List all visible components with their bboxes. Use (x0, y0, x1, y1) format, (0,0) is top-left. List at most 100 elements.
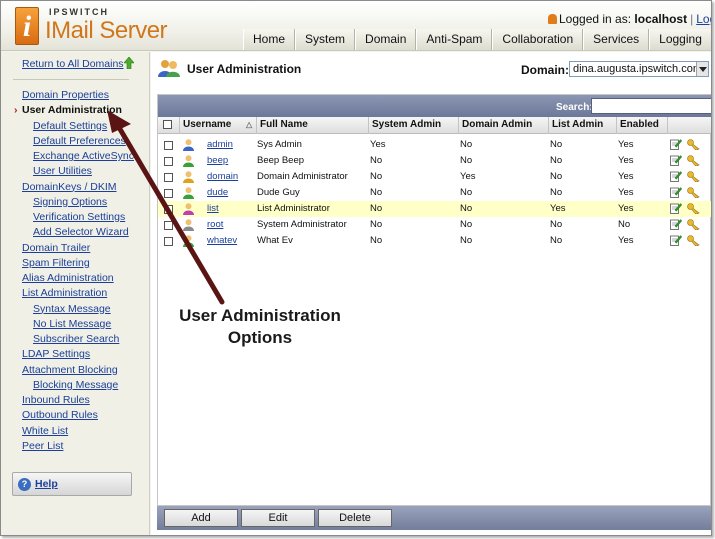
sidebar-item-outbound-rules[interactable]: Outbound Rules (1, 408, 150, 423)
help-icon: ? (18, 478, 31, 491)
col-list-admin[interactable]: List Admin (549, 117, 617, 134)
edit-icon[interactable] (670, 138, 682, 150)
select-all-cell (158, 117, 180, 134)
sort-triangle-icon: △ (246, 120, 253, 129)
domain-select[interactable]: dina.augusta.ipswitch.com (569, 61, 709, 77)
cell-domain-admin: No (460, 139, 473, 150)
row-checkbox[interactable] (164, 173, 173, 182)
nav-tab-collaboration[interactable]: Collaboration (492, 29, 584, 50)
add-button[interactable]: Add (164, 509, 238, 527)
sidebar-item-exchange-activesync[interactable]: Exchange ActiveSync (1, 149, 150, 164)
key-icon[interactable] (687, 155, 700, 166)
row-checkbox[interactable] (164, 221, 173, 230)
col-full-name-label: Full Name (260, 119, 308, 130)
sidebar-item-syntax-message[interactable]: Syntax Message (1, 302, 150, 317)
cell-system-admin: No (370, 155, 383, 166)
cell-full-name: What Ev (257, 235, 293, 246)
sidebar-item-inbound-rules[interactable]: Inbound Rules (1, 393, 150, 408)
sidebar-item-subscriber-search[interactable]: Subscriber Search (1, 332, 150, 347)
sidebar-item-list-administration[interactable]: List Administration (1, 286, 150, 301)
sidebar-item-domain-properties[interactable]: Domain Properties (1, 88, 150, 103)
key-icon[interactable] (687, 219, 700, 230)
table-row[interactable]: admin Sys Admin Yes No No Yes (158, 137, 711, 153)
key-icon[interactable] (687, 235, 700, 246)
row-checkbox[interactable] (164, 205, 173, 214)
col-enabled-label: Enabled (620, 119, 659, 130)
col-domain-admin[interactable]: Domain Admin (459, 117, 549, 134)
edit-icon[interactable] (670, 218, 682, 230)
sidebar-item-signing-options[interactable]: Signing Options (1, 195, 150, 210)
table-row[interactable]: whatev What Ev No No No Yes (158, 233, 711, 249)
sidebar-item-no-list-message[interactable]: No List Message (1, 317, 150, 332)
delete-button[interactable]: Delete (318, 509, 392, 527)
key-icon[interactable] (687, 139, 700, 150)
edit-icon[interactable] (670, 170, 682, 182)
edit-button[interactable]: Edit (241, 509, 315, 527)
search-input[interactable] (591, 98, 711, 114)
username-link[interactable]: beep (207, 153, 228, 169)
sidebar-item-verification-settings[interactable]: Verification Settings (1, 210, 150, 225)
nav-tab-system[interactable]: System (295, 29, 356, 50)
chevron-down-icon[interactable] (696, 62, 708, 76)
cell-full-name: Dude Guy (257, 187, 300, 198)
nav-tab-services[interactable]: Services (583, 29, 650, 50)
cell-domain-admin: No (460, 155, 473, 166)
sidebar-item-default-settings[interactable]: Default Settings (1, 119, 150, 134)
key-icon[interactable] (687, 203, 700, 214)
username-link[interactable]: dude (207, 185, 228, 201)
row-checkbox[interactable] (164, 237, 173, 246)
key-icon[interactable] (687, 187, 700, 198)
sidebar-item-spam-filtering[interactable]: Spam Filtering (1, 256, 150, 271)
users-icon (158, 60, 180, 77)
nav-tab-logging[interactable]: Logging (649, 29, 711, 50)
edit-icon[interactable] (670, 154, 682, 166)
table-row[interactable]: domain Domain Administrator No Yes No Yes (158, 169, 711, 185)
table-row[interactable]: root System Administrator No No No No (158, 217, 711, 233)
sidebar-item-domain-trailer[interactable]: Domain Trailer (1, 241, 150, 256)
row-checkbox[interactable] (164, 189, 173, 198)
return-to-all-domains-link[interactable]: Return to All Domains (22, 58, 124, 70)
username-link[interactable]: whatev (207, 233, 237, 249)
cell-full-name: Sys Admin (257, 139, 302, 150)
sidebar-item-user-utilities[interactable]: User Utilities (1, 164, 150, 179)
edit-icon[interactable] (670, 202, 682, 214)
col-system-admin[interactable]: System Admin (369, 117, 459, 134)
help-button[interactable]: ? Help (12, 472, 132, 496)
sidebar-item-user-administration[interactable]: User Administration (1, 103, 150, 118)
edit-icon[interactable] (670, 234, 682, 246)
cell-system-admin: No (370, 203, 383, 214)
cell-list-admin: No (550, 171, 563, 182)
row-checkbox[interactable] (164, 157, 173, 166)
user-icon (183, 203, 194, 215)
col-username[interactable]: Username △ (180, 117, 257, 134)
nav-tab-domain[interactable]: Domain (355, 29, 417, 50)
sidebar-item-ldap-settings[interactable]: LDAP Settings (1, 347, 150, 362)
sidebar-item-attachment-blocking[interactable]: Attachment Blocking (1, 363, 150, 378)
username-link[interactable]: admin (207, 137, 233, 153)
logo-icon: i (15, 7, 39, 45)
edit-icon[interactable] (670, 186, 682, 198)
logout-link[interactable]: Logout (696, 12, 711, 26)
table-row[interactable]: list List Administrator No No Yes Yes (158, 201, 711, 217)
nav-tab-anti-spam[interactable]: Anti-Spam (416, 29, 493, 50)
up-arrow-icon[interactable] (124, 57, 134, 69)
username-link[interactable]: root (207, 217, 223, 233)
col-enabled[interactable]: Enabled (617, 117, 668, 134)
sidebar-item-domainkeys-dkim[interactable]: DomainKeys / DKIM (1, 180, 150, 195)
key-icon[interactable] (687, 171, 700, 182)
username-link[interactable]: domain (207, 169, 238, 185)
row-checkbox[interactable] (164, 141, 173, 150)
sidebar-item-add-selector-wizard[interactable]: Add Selector Wizard (1, 225, 150, 240)
sidebar-item-peer-list[interactable]: Peer List (1, 439, 150, 454)
sidebar-item-white-list[interactable]: White List (1, 424, 150, 439)
sidebar-item-default-preferences[interactable]: Default Preferences (1, 134, 150, 149)
username-link[interactable]: list (207, 201, 219, 217)
select-all-checkbox[interactable] (163, 120, 172, 129)
cell-system-admin: No (370, 235, 383, 246)
table-row[interactable]: beep Beep Beep No No No Yes (158, 153, 711, 169)
nav-tab-home[interactable]: Home (243, 29, 296, 50)
col-full-name[interactable]: Full Name (257, 117, 369, 134)
sidebar-item-alias-administration[interactable]: Alias Administration (1, 271, 150, 286)
table-row[interactable]: dude Dude Guy No No No Yes (158, 185, 711, 201)
sidebar-item-blocking-message[interactable]: Blocking Message (1, 378, 150, 393)
